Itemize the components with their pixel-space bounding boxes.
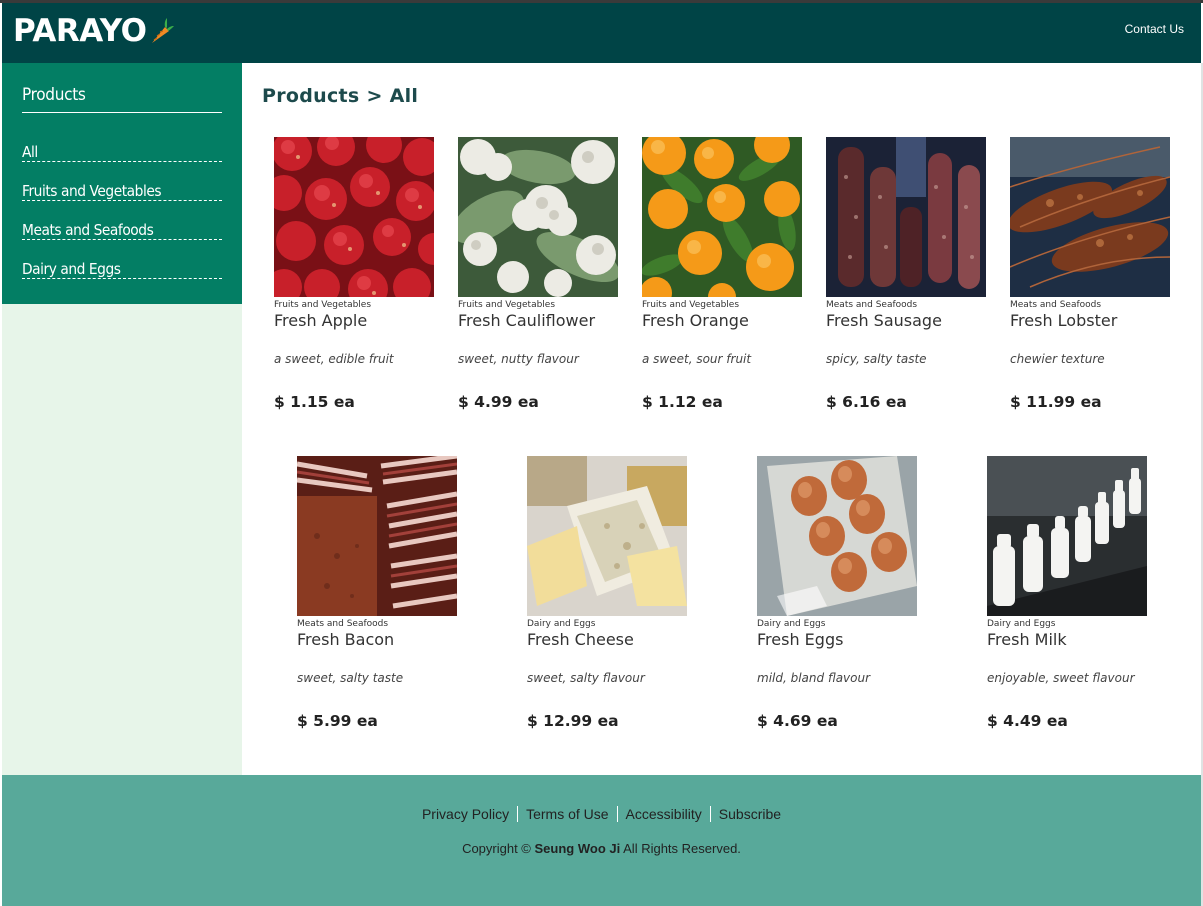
product-description: chewier texture [1010, 352, 1105, 366]
copyright-suffix: All Rights Reserved. [623, 841, 741, 856]
product-name[interactable]: Fresh Milk [987, 630, 1147, 652]
product-description: a sweet, edible fruit [274, 352, 394, 366]
product-card-apple[interactable]: Fruits and Vegetables Fresh Apple a swee… [274, 137, 434, 411]
product-name[interactable]: Fresh Bacon [297, 630, 457, 652]
site-header: PARAYO Contact Us [2, 3, 1201, 63]
product-card-cheese[interactable]: Dairy and Eggs Fresh Cheese sweet, salty… [527, 456, 687, 730]
product-category: Meats and Seafoods [1010, 300, 1102, 310]
apple-photo[interactable] [274, 137, 434, 297]
product-description: sweet, nutty flavour [458, 352, 579, 366]
product-category: Meats and Seafoods [826, 300, 918, 310]
product-card-bacon[interactable]: Meats and Seafoods Fresh Bacon sweet, sa… [297, 456, 457, 730]
product-price: $ 4.49 ea [987, 712, 1068, 730]
sidebar: Products All Fruits and Vegetables Meats… [2, 63, 242, 304]
sidebar-item-fruits-and-vegetables[interactable]: Fruits and Vegetables [22, 162, 222, 201]
terms-of-use-link[interactable]: Terms of Use [517, 806, 617, 822]
sidebar-item-label: Meats and Seafoods [22, 221, 154, 239]
sidebar-title: Products [22, 85, 222, 113]
accessibility-link[interactable]: Accessibility [616, 806, 710, 822]
logo[interactable]: PARAYO [13, 13, 175, 49]
carrot-icon [152, 18, 175, 43]
product-price: $ 4.69 ea [757, 712, 838, 730]
product-price: $ 1.12 ea [642, 393, 723, 411]
product-name[interactable]: Fresh Orange [642, 311, 802, 333]
copyright-prefix: Copyright © [462, 841, 531, 856]
sidebar-item-label: Dairy and Eggs [22, 260, 121, 278]
product-price: $ 5.99 ea [297, 712, 378, 730]
subscribe-link[interactable]: Subscribe [709, 806, 790, 822]
product-name[interactable]: Fresh Cheese [527, 630, 687, 652]
lobster-photo[interactable] [1010, 137, 1170, 297]
product-name[interactable]: Fresh Sausage [826, 311, 986, 333]
product-description: sweet, salty taste [297, 671, 404, 685]
product-category: Fruits and Vegetables [458, 300, 556, 310]
product-card-orange[interactable]: Fruits and Vegetables Fresh Orange a swe… [642, 137, 802, 411]
site-footer: Privacy Policy Terms of Use Accessibility S… [2, 775, 1201, 906]
category-list: All Fruits and Vegetables Meats and Seaf… [22, 123, 222, 279]
product-card-cauliflower[interactable]: Fruits and Vegetables Fresh Cauliflower … [458, 137, 618, 411]
copyright: Copyright © Seung Woo Ji All Rights Rese… [2, 841, 1201, 856]
contact-us-link[interactable]: Contact Us [1125, 22, 1184, 36]
bacon-photo[interactable] [297, 456, 457, 616]
product-card-milk[interactable]: Dairy and Eggs Fresh Milk enjoyable, swe… [987, 456, 1147, 730]
product-category: Dairy and Eggs [987, 619, 1056, 629]
sidebar-item-all[interactable]: All [22, 123, 222, 162]
product-price: $ 1.15 ea [274, 393, 355, 411]
product-description: a sweet, sour fruit [642, 352, 752, 366]
logo-text: PARAYO [13, 13, 147, 49]
sidebar-item-meats-and-seafoods[interactable]: Meats and Seafoods [22, 201, 222, 240]
product-description: enjoyable, sweet flavour [987, 671, 1135, 685]
product-category: Fruits and Vegetables [274, 300, 372, 310]
product-category: Dairy and Eggs [757, 619, 826, 629]
product-price: $ 6.16 ea [826, 393, 907, 411]
product-price: $ 4.99 ea [458, 393, 539, 411]
product-name[interactable]: Fresh Cauliflower [458, 311, 618, 333]
cheese-photo[interactable] [527, 456, 687, 616]
footer-links: Privacy Policy Terms of Use Accessibility S… [2, 806, 1201, 822]
main-content: Products > All Fruits and Vegetables Fre… [242, 63, 1201, 775]
orange-photo[interactable] [642, 137, 802, 297]
product-price: $ 11.99 ea [1010, 393, 1102, 411]
cauliflower-photo[interactable] [458, 137, 618, 297]
copyright-owner: Seung Woo Ji [534, 841, 621, 856]
product-price: $ 12.99 ea [527, 712, 619, 730]
sausage-photo[interactable] [826, 137, 986, 297]
sidebar-item-label: All [22, 143, 38, 161]
milk-photo[interactable] [987, 456, 1147, 616]
sidebar-item-dairy-and-eggs[interactable]: Dairy and Eggs [22, 240, 222, 279]
product-name[interactable]: Fresh Eggs [757, 630, 917, 652]
eggs-photo[interactable] [757, 456, 917, 616]
privacy-policy-link[interactable]: Privacy Policy [414, 806, 517, 822]
product-card-sausage[interactable]: Meats and Seafoods Fresh Sausage spicy, … [826, 137, 986, 411]
sidebar-item-label: Fruits and Vegetables [22, 182, 162, 200]
product-card-lobster[interactable]: Meats and Seafoods Fresh Lobster chewier… [1010, 137, 1170, 411]
product-name[interactable]: Fresh Lobster [1010, 311, 1170, 333]
product-card-eggs[interactable]: Dairy and Eggs Fresh Eggs mild, bland fl… [757, 456, 917, 730]
product-category: Meats and Seafoods [297, 619, 389, 629]
product-description: mild, bland flavour [757, 671, 871, 685]
product-description: sweet, salty flavour [527, 671, 645, 685]
product-category: Fruits and Vegetables [642, 300, 740, 310]
product-description: spicy, salty taste [826, 352, 927, 366]
breadcrumb: Products > All [262, 85, 419, 107]
product-category: Dairy and Eggs [527, 619, 596, 629]
product-name[interactable]: Fresh Apple [274, 311, 434, 333]
